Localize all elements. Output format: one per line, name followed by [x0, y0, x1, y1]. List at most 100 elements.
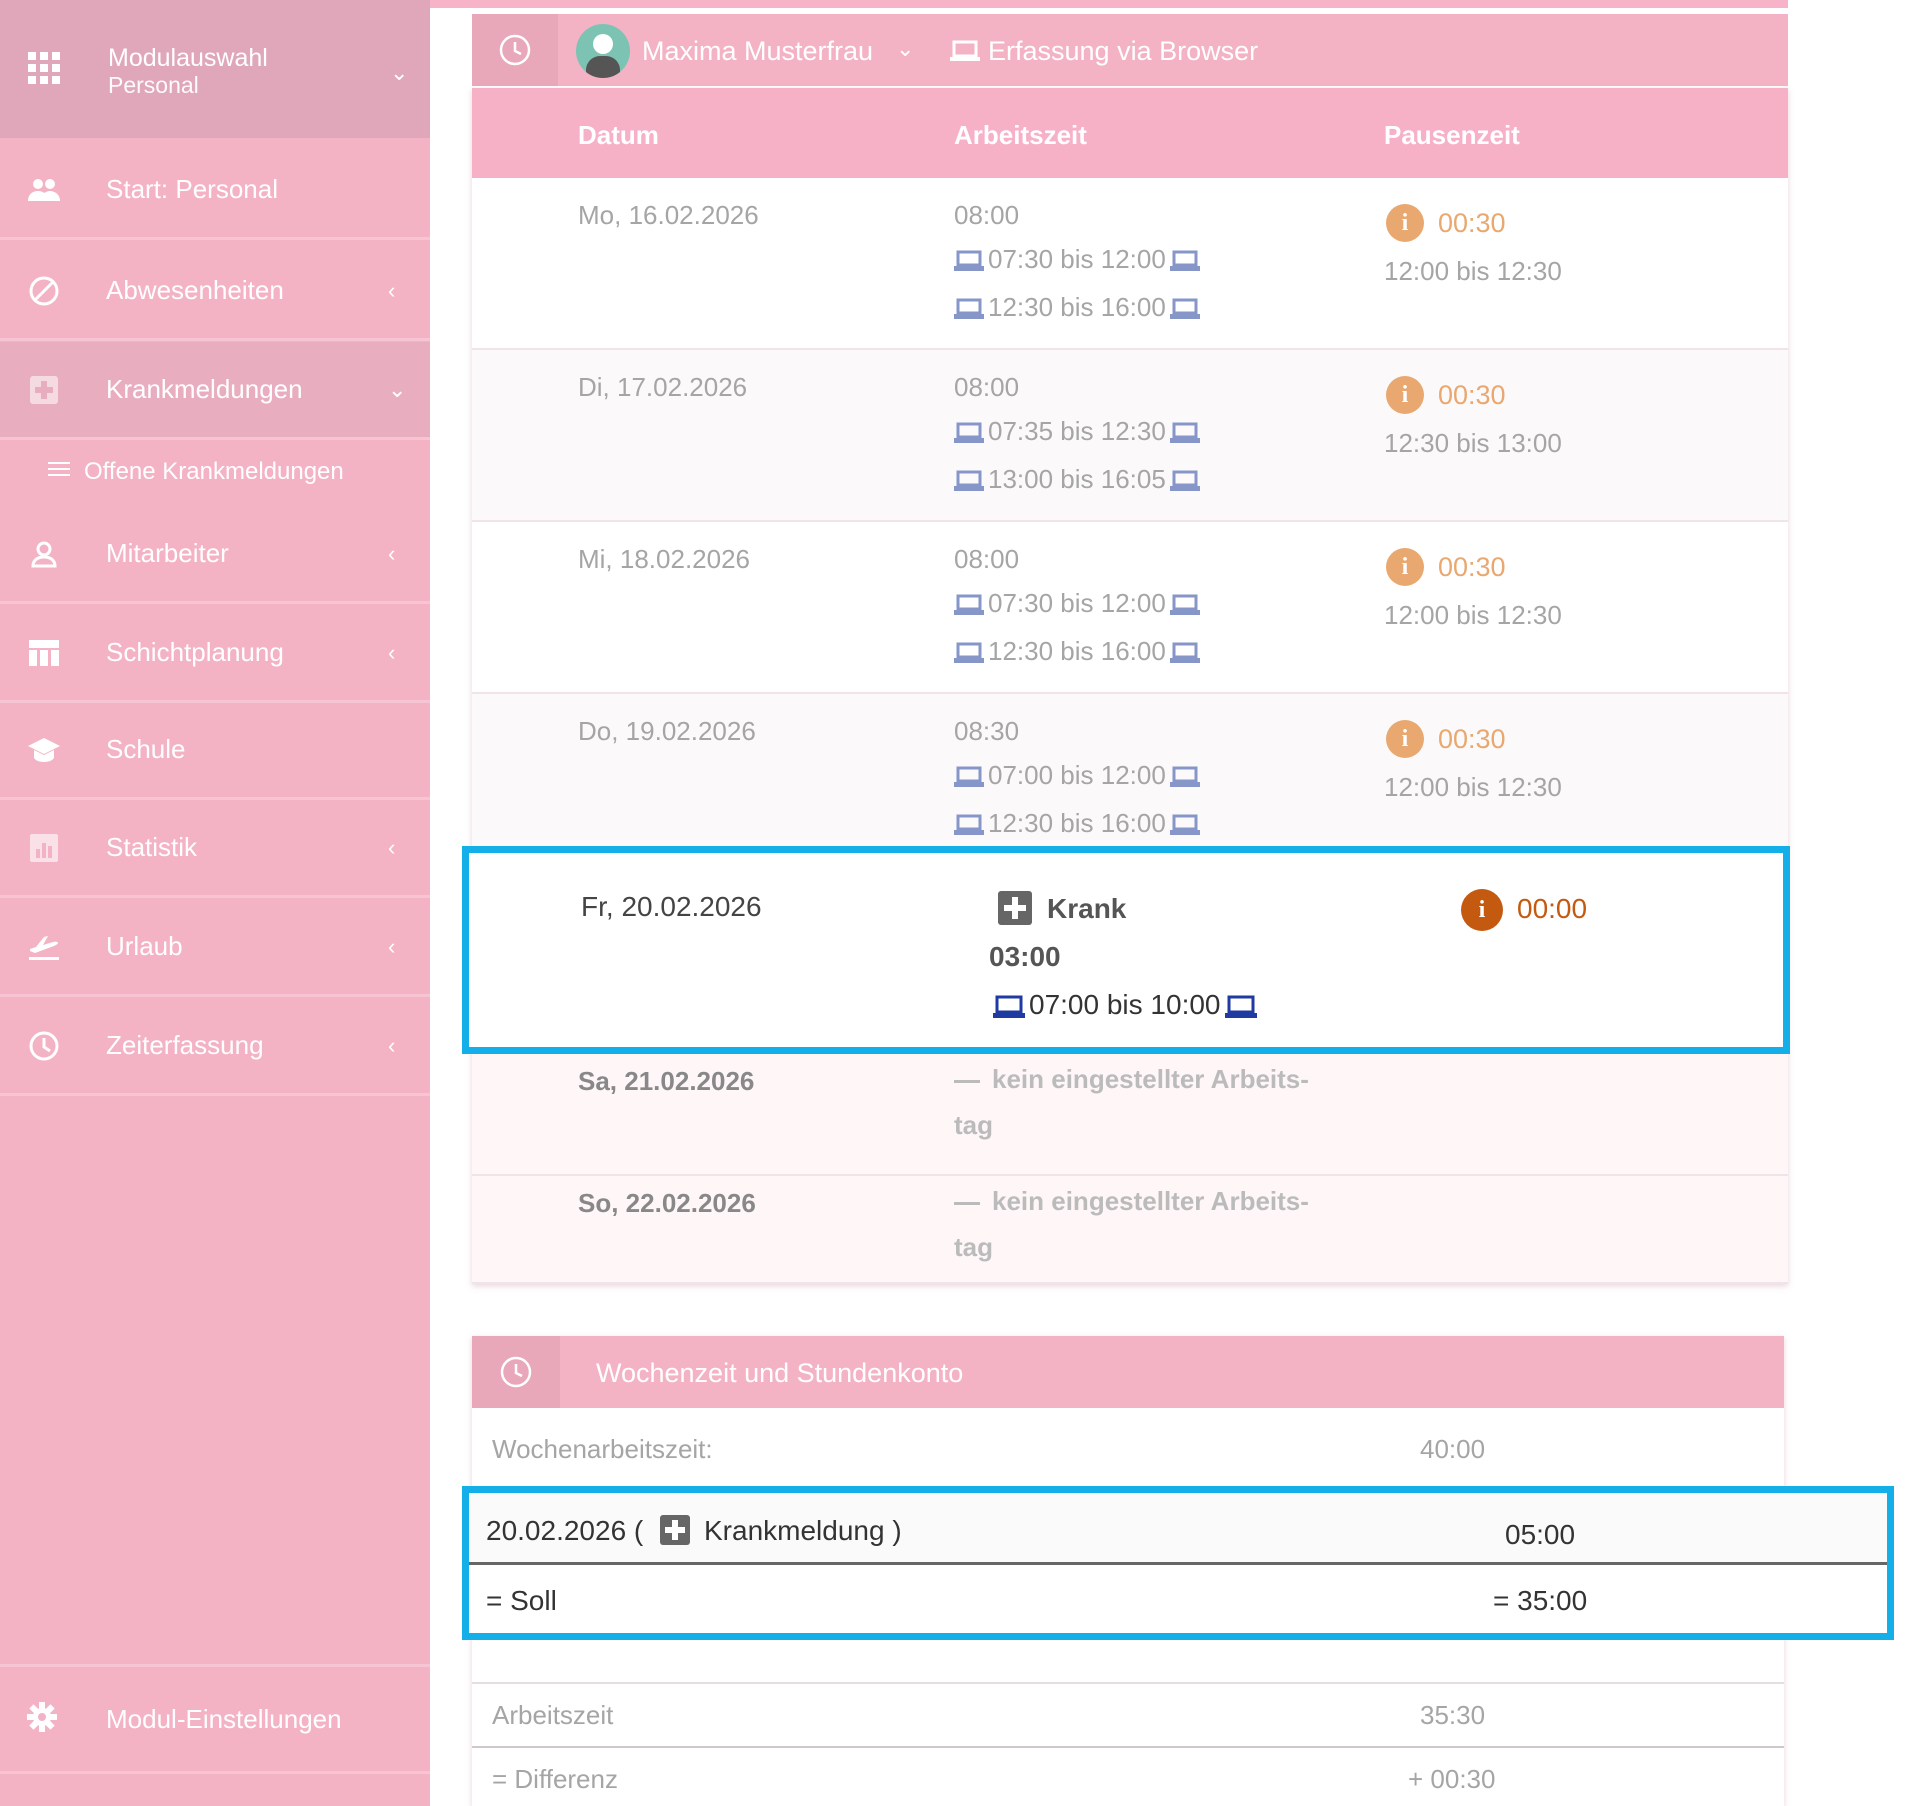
info-icon[interactable]: i — [1386, 376, 1424, 414]
table-row-weekend[interactable]: Sa, 21.02.2026 kein eingestellter Arbeits… — [472, 1054, 1788, 1176]
laptop-icon — [993, 995, 1025, 1018]
clock-icon — [26, 1028, 62, 1064]
row-date: Sa, 21.02.2026 — [578, 1066, 755, 1096]
table-row-weekend[interactable]: So, 22.02.2026 kein eingestellter Arbeits… — [472, 1176, 1788, 1284]
laptop-icon — [1169, 642, 1200, 664]
laptop-icon — [954, 766, 984, 788]
summary-header: Wochenzeit und Stundenkonto — [472, 1336, 1784, 1408]
sick-date: 20.02.2026 ( — [486, 1515, 644, 1546]
time-range: 07:30 bis 12:00 — [950, 588, 1204, 619]
summary-label: Arbeitszeit — [492, 1700, 614, 1730]
chevron-down-icon[interactable]: ⌄ — [896, 36, 914, 62]
summary-title: Wochenzeit und Stundenkonto — [596, 1358, 964, 1388]
pause-range: 12:30 bis 13:00 — [1384, 428, 1562, 458]
sidebar-item-zeiterfassung[interactable]: Zeiterfassung ‹ — [0, 998, 430, 1096]
laptop-icon — [1169, 470, 1200, 492]
sidebar-item-label: Urlaub — [106, 931, 183, 961]
chevron-left-icon: ‹ — [388, 933, 396, 959]
table-row[interactable]: Di, 17.02.2026 08:00 07:35 bis 12:30 13:00 … — [472, 350, 1788, 522]
sidebar-item-mitarbeiter[interactable]: Mitarbeiter ‹ — [0, 506, 430, 604]
time-range: 12:30 bis 16:00 — [950, 636, 1204, 667]
no-workday-line1: kein eingestellter Arbeits- — [992, 1186, 1309, 1216]
info-icon[interactable]: i — [1386, 720, 1424, 758]
laptop-icon — [950, 40, 980, 67]
no-workday-line2: tag — [954, 1232, 993, 1262]
summary-row-differenz: = Differenz + 00:30 — [472, 1746, 1784, 1806]
medical-cross-icon — [998, 891, 1032, 925]
laptop-icon — [1169, 422, 1200, 444]
sidebar-item-label: Schichtplanung — [106, 637, 284, 667]
medical-cross-icon — [26, 372, 62, 408]
table-row-sick[interactable]: Fr, 20.02.2026 Krank 03:00 07:00 bis 10:… — [462, 846, 1790, 1054]
sidebar-item-schule[interactable]: Schule — [0, 702, 430, 800]
pause-range: 12:00 bis 12:30 — [1384, 772, 1562, 802]
laptop-icon — [954, 298, 984, 320]
sidebar-item-label: Schule — [106, 734, 186, 764]
sidebar-item-label: Abwesenheiten — [106, 275, 284, 305]
row-total: 08:00 — [954, 200, 1020, 230]
laptop-icon — [1224, 995, 1257, 1018]
sidebar: Modulauswahl Personal ⌄ Start: Personal … — [0, 0, 430, 1806]
summary-value: 35:30 — [1420, 1700, 1486, 1730]
module-settings-button[interactable]: Modul-Einstellungen — [0, 1664, 430, 1774]
clock-icon — [472, 14, 558, 86]
time-range-text: 13:00 bis 16:05 — [988, 464, 1166, 494]
medical-cross-icon — [660, 1515, 690, 1545]
chevron-down-icon: ⌄ — [388, 376, 407, 402]
clock-icon — [472, 1336, 560, 1408]
sidebar-subitem-offene-krankmeldungen[interactable]: Offene Krankmeldungen — [0, 444, 430, 500]
row-total: 08:00 — [954, 372, 1020, 402]
no-workday-line1: kein eingestellter Arbeits- — [992, 1064, 1309, 1094]
table-header: Datum Arbeitszeit Pausenzeit — [472, 88, 1788, 178]
sidebar-item-urlaub[interactable]: Urlaub ‹ — [0, 899, 430, 997]
sidebar-item-label: Start: Personal — [106, 174, 278, 204]
laptop-icon — [954, 814, 984, 836]
chevron-left-icon: ‹ — [388, 834, 396, 860]
sidebar-item-abwesenheiten[interactable]: Abwesenheiten ‹ — [0, 243, 430, 341]
time-range-text: 12:30 bis 16:00 — [988, 808, 1166, 838]
info-icon[interactable]: i — [1461, 889, 1503, 931]
time-range-text: 07:35 bis 12:30 — [988, 416, 1166, 446]
row-date: Fr, 20.02.2026 — [581, 891, 762, 922]
summary-row-arbeitszeit: Arbeitszeit 35:30 — [472, 1682, 1784, 1744]
row-total: 08:30 — [954, 716, 1020, 746]
sick-status: Krank — [1047, 893, 1127, 924]
summary-value: + 00:30 — [1408, 1764, 1496, 1794]
row-date: Do, 19.02.2026 — [578, 716, 756, 746]
table-row[interactable]: Mi, 18.02.2026 08:00 07:30 bis 12:00 12:30 … — [472, 522, 1788, 694]
sidebar-item-schichtplanung[interactable]: Schichtplanung ‹ — [0, 605, 430, 703]
row-total: 03:00 — [989, 941, 1061, 972]
module-selector[interactable]: Modulauswahl Personal ⌄ — [0, 0, 430, 138]
laptop-icon — [954, 470, 984, 492]
time-range: 07:30 bis 12:00 — [950, 244, 1204, 275]
summary-row-krankmeldung: 20.02.2026 ( Krankmeldung ) 05:00 — [469, 1493, 1887, 1565]
laptop-icon — [1169, 814, 1200, 836]
no-workday-text: kein eingestellter Arbeits-tag — [954, 1178, 1309, 1270]
table-row[interactable]: Do, 19.02.2026 08:30 07:00 bis 12:00 12:30 … — [472, 694, 1788, 866]
column-header-arbeitszeit: Arbeitszeit — [954, 120, 1087, 150]
table-row[interactable]: Mo, 16.02.2026 08:00 07:30 bis 12:00 12:30 … — [472, 178, 1788, 350]
sick-label: Krankmeldung ) — [704, 1515, 902, 1546]
sidebar-item-statistik[interactable]: Statistik ‹ — [0, 800, 430, 898]
sidebar-item-label: Mitarbeiter — [106, 538, 229, 568]
sidebar-item-start[interactable]: Start: Personal — [0, 142, 430, 240]
summary-label: = Differenz — [492, 1764, 618, 1794]
dash-icon — [954, 1201, 980, 1205]
info-icon[interactable]: i — [1386, 548, 1424, 586]
sidebar-item-label: Zeiterfassung — [106, 1030, 264, 1060]
row-date: Di, 17.02.2026 — [578, 372, 748, 402]
user-name-dropdown[interactable]: Maxima Musterfrau — [642, 36, 873, 67]
chevron-down-icon: ⌄ — [390, 60, 409, 85]
row-date: Mi, 18.02.2026 — [578, 544, 751, 574]
sidebar-item-label: Offene Krankmeldungen — [84, 458, 344, 485]
time-range: 07:00 bis 12:00 — [950, 760, 1204, 791]
sidebar-item-label: Statistik — [106, 832, 198, 862]
module-settings-label: Modul-Einstellungen — [106, 1703, 342, 1734]
user-icon — [26, 536, 62, 572]
gear-icon — [26, 1701, 62, 1737]
sick-value: 05:00 — [1505, 1519, 1576, 1550]
info-icon[interactable]: i — [1386, 204, 1424, 242]
pause-total: 00:00 — [1517, 893, 1588, 924]
sidebar-item-krankmeldungen[interactable]: Krankmeldungen ⌄ — [0, 342, 430, 440]
time-range: 13:00 bis 16:05 — [950, 464, 1204, 495]
